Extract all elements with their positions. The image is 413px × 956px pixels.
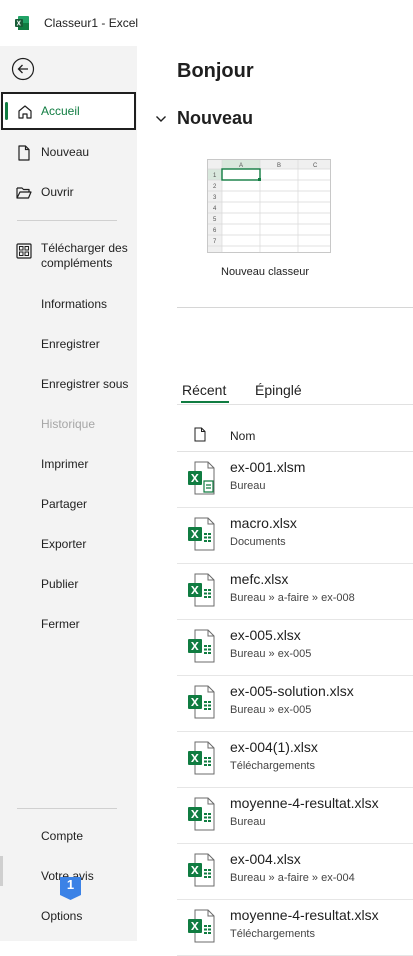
recent-file-row[interactable]: moyenne-4-resultat.xlsx Téléchargements — [177, 900, 413, 956]
file-type-column-icon — [194, 427, 206, 442]
file-name: ex-004(1).xlsx — [230, 739, 318, 755]
sidebar-item-partager[interactable]: Partager — [0, 485, 137, 523]
sidebar-item-publier[interactable]: Publier — [0, 565, 137, 603]
recent-file-row[interactable]: ex-004.xlsx Bureau » a-faire » ex-004 — [177, 844, 413, 900]
recent-file-row[interactable]: ex-004(1).xlsx Téléchargements — [177, 732, 413, 788]
tab-pinned[interactable]: Épinglé — [255, 382, 302, 398]
sidebar-item-telecharger-complements[interactable]: Télécharger des compléments — [0, 238, 137, 278]
column-header-name[interactable]: Nom — [230, 429, 255, 443]
excel-file-icon — [188, 629, 215, 663]
excel-file-icon — [188, 853, 215, 887]
file-name: ex-001.xlsm — [230, 459, 306, 475]
sidebar-item-label: Partager — [41, 497, 88, 511]
sidebar-item-label: Nouveau — [41, 145, 90, 159]
file-name: ex-005.xlsx — [230, 627, 301, 643]
sidebar-item-options[interactable]: Options — [0, 897, 137, 935]
back-arrow-icon[interactable] — [11, 57, 35, 81]
sidebar-item-label: Informations — [41, 297, 108, 311]
page-title: Bonjour — [177, 60, 254, 82]
excel-macro-file-icon — [188, 461, 215, 495]
chevron-down-icon[interactable] — [155, 113, 167, 125]
sidebar-item-label: Publier — [41, 577, 79, 591]
file-path: Bureau » a-faire » ex-004 — [230, 872, 355, 884]
file-path: Bureau » ex-005 — [230, 648, 312, 660]
backstage-main: Bonjour Nouveau ABC 123 456 7 Nouveau cl… — [137, 46, 413, 956]
sidebar-item-accueil[interactable]: Accueil — [1, 92, 136, 130]
file-name: moyenne-4-resultat.xlsx — [230, 907, 379, 923]
file-name: mefc.xlsx — [230, 571, 289, 587]
sidebar-item-label: Compte — [41, 829, 84, 843]
sidebar-item-label: Enregistrer — [41, 337, 100, 351]
file-path: Bureau — [230, 816, 266, 828]
file-name: ex-005-solution.xlsx — [230, 683, 354, 699]
tab-active-indicator — [181, 401, 229, 403]
file-name: ex-004.xlsx — [230, 851, 301, 867]
file-path: Téléchargements — [230, 928, 315, 940]
sidebar-item-label: Télécharger des compléments — [41, 241, 128, 270]
excel-file-icon — [188, 517, 215, 551]
sidebar-item-enregistrer[interactable]: Enregistrer — [0, 325, 137, 363]
tab-recent[interactable]: Récent — [182, 382, 226, 398]
divider — [177, 307, 413, 308]
tabs-divider — [177, 404, 413, 405]
recent-file-row[interactable]: ex-005.xlsx Bureau » ex-005 — [177, 620, 413, 676]
sidebar-item-label: Options — [41, 909, 83, 923]
excel-file-icon — [188, 573, 215, 607]
excel-file-icon — [188, 741, 215, 775]
excel-file-icon — [188, 685, 215, 719]
sidebar-item-label: Exporter — [41, 537, 87, 551]
sidebar-item-exporter[interactable]: Exporter — [0, 525, 137, 563]
open-folder-icon — [16, 187, 32, 199]
svg-text:B: B — [277, 163, 281, 169]
sidebar-item-label: Historique — [41, 417, 96, 431]
excel-app-icon — [15, 16, 29, 30]
sidebar-item-fermer[interactable]: Fermer — [0, 605, 137, 643]
window-title: Classeur1 - Excel — [44, 16, 139, 30]
sidebar-item-compte[interactable]: Compte — [0, 817, 137, 855]
sidebar-item-imprimer[interactable]: Imprimer — [0, 445, 137, 483]
sidebar-item-label: Fermer — [41, 617, 80, 631]
home-icon — [18, 105, 32, 119]
recent-file-row[interactable]: moyenne-4-resultat.xlsx Bureau — [177, 788, 413, 844]
sidebar-item-enregistrer-sous[interactable]: Enregistrer sous — [0, 365, 137, 403]
recent-file-row[interactable]: ex-005-solution.xlsx Bureau » ex-005 — [177, 676, 413, 732]
badge-count: 1 — [66, 877, 75, 892]
backstage-sidebar: Accueil Nouveau Ouvrir Télécharger des co… — [0, 46, 137, 941]
sidebar-item-label: Enregistrer sous — [41, 377, 129, 391]
sidebar-item-label: Ouvrir — [41, 185, 74, 199]
new-workbook-label[interactable]: Nouveau classeur — [221, 266, 309, 278]
file-path: Bureau — [230, 480, 266, 492]
blank-workbook-thumbnail[interactable]: ABC 123 456 7 — [207, 159, 331, 253]
notification-badge: 1 — [58, 876, 83, 901]
sidebar-item-label: Accueil — [41, 104, 80, 118]
add-ins-icon — [16, 243, 32, 259]
file-name: macro.xlsx — [230, 515, 297, 531]
file-name: moyenne-4-resultat.xlsx — [230, 795, 379, 811]
new-section-heading[interactable]: Nouveau — [177, 108, 253, 129]
recent-file-row[interactable]: macro.xlsx Documents — [177, 508, 413, 564]
sidebar-item-historique: Historique — [0, 405, 137, 443]
recent-file-row[interactable]: ex-001.xlsm Bureau — [177, 452, 413, 508]
excel-file-icon — [188, 909, 215, 943]
sidebar-item-informations[interactable]: Informations — [0, 285, 137, 323]
file-path: Documents — [230, 536, 286, 548]
sidebar-divider — [17, 808, 117, 809]
sidebar-divider — [17, 220, 117, 221]
sidebar-item-nouveau[interactable]: Nouveau — [0, 133, 137, 171]
svg-text:C: C — [313, 163, 318, 169]
excel-file-icon — [188, 797, 215, 831]
file-path: Téléchargements — [230, 760, 315, 772]
title-bar: Classeur1 - Excel — [0, 0, 413, 46]
svg-text:A: A — [239, 163, 243, 169]
file-path: Bureau » a-faire » ex-008 — [230, 592, 355, 604]
focus-indicator — [0, 856, 3, 886]
file-path: Bureau » ex-005 — [230, 704, 312, 716]
new-document-icon — [18, 145, 30, 161]
sidebar-item-label: Imprimer — [41, 457, 89, 471]
recent-file-row[interactable]: mefc.xlsx Bureau » a-faire » ex-008 — [177, 564, 413, 620]
sidebar-item-ouvrir[interactable]: Ouvrir — [0, 173, 137, 211]
